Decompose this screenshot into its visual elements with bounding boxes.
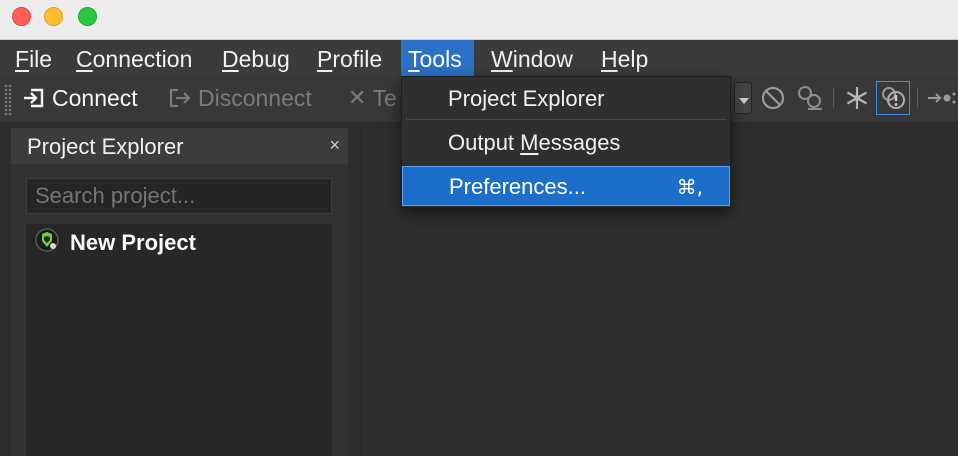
toolbar-grip-handle[interactable] xyxy=(4,84,12,116)
connect-label: Connect xyxy=(52,85,138,111)
preferences-shortcut: ⌘, xyxy=(676,175,703,199)
menu-window[interactable]: Window xyxy=(484,40,580,76)
menu-debug[interactable]: Debug xyxy=(215,40,297,76)
step-icon[interactable] xyxy=(796,84,824,112)
terminate-label: Te xyxy=(372,85,397,111)
project-tree: New Project xyxy=(26,224,332,456)
disconnect-icon xyxy=(168,86,192,110)
tree-item-new-project[interactable]: New Project xyxy=(34,228,196,258)
search-project-input[interactable] xyxy=(26,178,332,214)
close-x-icon: ✕ xyxy=(348,85,367,110)
disconnect-label: Disconnect xyxy=(198,85,312,111)
zoom-window-button[interactable] xyxy=(78,7,97,26)
breakpoint-warning-icon[interactable] xyxy=(876,81,910,115)
menu-item-preferences[interactable]: Preferences... ⌘, xyxy=(402,166,730,206)
menu-separator xyxy=(406,119,726,120)
menu-item-output-messages[interactable]: Output Messages xyxy=(402,123,730,163)
snowflake-icon[interactable] xyxy=(843,84,871,112)
project-explorer-title: Project Explorer xyxy=(27,134,184,159)
toolbar-separator xyxy=(917,88,918,108)
menu-profile[interactable]: Profile xyxy=(310,40,389,76)
menu-help[interactable]: Help xyxy=(594,40,655,76)
no-entry-icon[interactable] xyxy=(760,84,788,112)
run-to-icon[interactable] xyxy=(926,84,956,112)
close-window-button[interactable] xyxy=(12,7,31,26)
menu-bar: File Connection Debug Profile Tools Wind… xyxy=(0,40,958,78)
toolbar-separator xyxy=(833,88,834,108)
menu-tools[interactable]: Tools xyxy=(401,40,474,77)
connect-icon xyxy=(22,86,46,110)
connect-button[interactable]: Connect xyxy=(22,78,138,118)
project-explorer-header: Project Explorer × xyxy=(11,128,348,164)
project-explorer-pane: Project Explorer × New Project xyxy=(11,128,348,456)
disconnect-button[interactable]: Disconnect xyxy=(168,78,312,118)
terminate-button[interactable]: ✕ Te xyxy=(348,78,397,118)
tools-dropdown-menu: Project Explorer Output Messages Prefere… xyxy=(401,76,731,208)
window-title-bar xyxy=(0,0,958,40)
target-combo-arrow[interactable] xyxy=(734,82,752,114)
tree-item-label: New Project xyxy=(70,230,196,255)
minimize-window-button[interactable] xyxy=(44,7,63,26)
menu-item-project-explorer[interactable]: Project Explorer xyxy=(402,79,730,119)
menu-file[interactable]: File xyxy=(8,40,59,76)
menu-connection[interactable]: Connection xyxy=(69,40,199,76)
close-pane-icon[interactable]: × xyxy=(329,135,340,155)
project-icon xyxy=(34,227,60,259)
